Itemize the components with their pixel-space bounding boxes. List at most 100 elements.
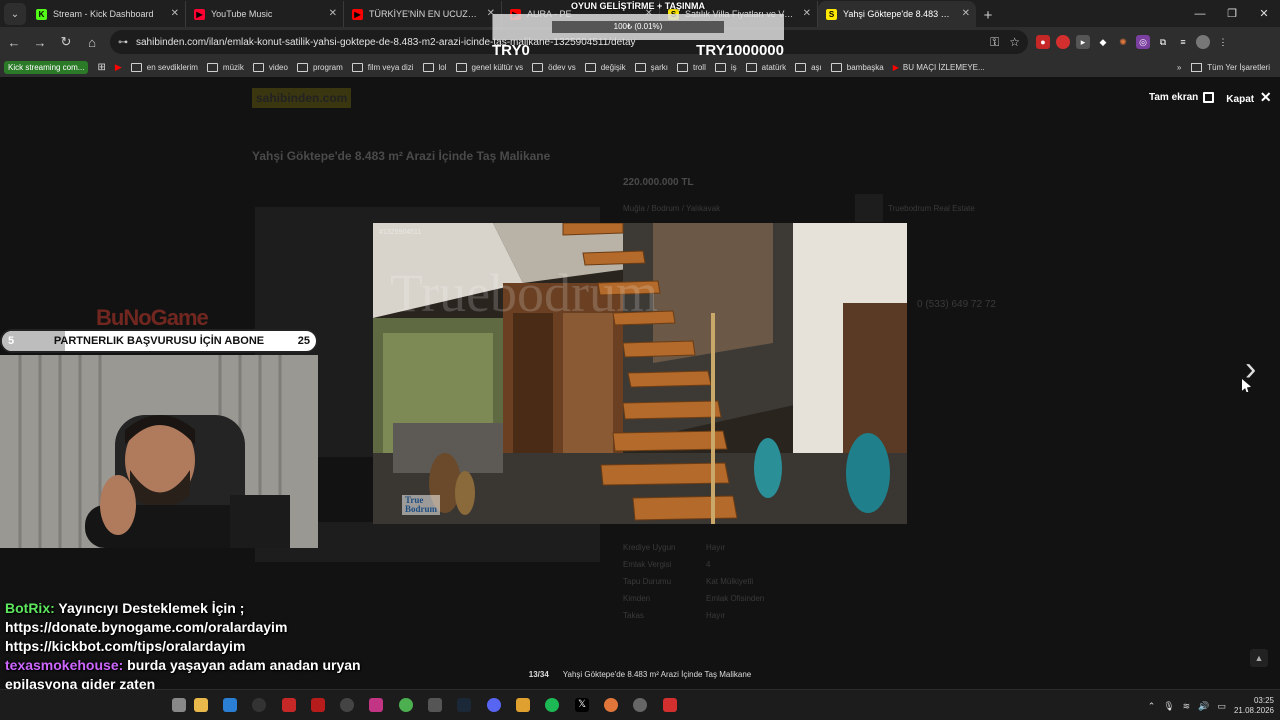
photo-id: #1325904511 bbox=[379, 229, 422, 236]
tab-title: YouTube Music bbox=[211, 9, 273, 19]
app-icon[interactable] bbox=[252, 698, 266, 712]
folder-icon bbox=[455, 62, 467, 72]
bookmark-folder[interactable]: genel kültür vs bbox=[455, 62, 523, 72]
site-info-icon[interactable]: ⊶ bbox=[118, 37, 128, 48]
folder-icon bbox=[714, 62, 726, 72]
bookmarks-bar: Kick streaming com... ⊞ ▶ en sevdiklerim… bbox=[0, 57, 1280, 77]
bookmark-yt-video[interactable]: ▶ BU MAÇI İZLEMEYE... bbox=[893, 63, 985, 72]
all-bookmarks[interactable]: » Tüm Yer İşaretleri bbox=[1177, 62, 1270, 72]
key-icon[interactable]: ⚿ bbox=[990, 35, 999, 50]
file-explorer-icon[interactable] bbox=[194, 698, 208, 712]
volume-icon[interactable]: 🔊 bbox=[1198, 701, 1209, 712]
site-logo[interactable]: sahibinden.com bbox=[252, 88, 352, 108]
extensions-puzzle-icon[interactable]: ⧉ bbox=[1156, 35, 1170, 49]
bookmark-folder[interactable]: iş bbox=[714, 62, 737, 72]
folder-icon bbox=[422, 62, 434, 72]
tab-search-button[interactable]: ⌄ bbox=[4, 3, 26, 25]
bookmark-folder[interactable]: program bbox=[296, 62, 343, 72]
wifi-icon[interactable]: ≋ bbox=[1183, 701, 1191, 712]
instagram-icon[interactable] bbox=[369, 698, 383, 712]
scroll-top-icon[interactable]: ▲ bbox=[1250, 649, 1268, 667]
bookmark-youtube[interactable]: ▶ bbox=[115, 62, 122, 73]
next-photo-button[interactable]: › bbox=[1245, 352, 1269, 388]
sub-goal-target: 25 bbox=[297, 335, 310, 347]
apps-grid-icon[interactable]: ⊞ bbox=[97, 62, 105, 73]
bookmark-folder[interactable]: video bbox=[252, 62, 288, 72]
extension-icon[interactable]: ✺ bbox=[1116, 35, 1130, 49]
tab-close-icon[interactable]: ✕ bbox=[171, 8, 179, 19]
profile-avatar[interactable] bbox=[1196, 35, 1210, 49]
bynogame-logo: BuNoGame bbox=[96, 305, 209, 331]
browser-tab[interactable]: K Stream - Kick Dashboard ✕ bbox=[28, 1, 186, 27]
tab-close-icon[interactable]: ✕ bbox=[803, 8, 811, 19]
browser-tab[interactable]: S Yahşi Göktepe'de 8.483 m² Arazi ✕ bbox=[818, 1, 976, 27]
steam-icon[interactable] bbox=[457, 698, 471, 712]
bookmark-folder[interactable]: atatürk bbox=[745, 62, 787, 72]
folder-icon bbox=[1191, 62, 1203, 72]
netflix-icon[interactable] bbox=[311, 698, 325, 712]
clock-date: 21.08.2026 bbox=[1233, 706, 1274, 715]
bookmark-folder[interactable]: bambaşka bbox=[830, 62, 884, 72]
listing-title: Yahşi Göktepe'de 8.483 m² Arazi İçinde T… bbox=[252, 149, 551, 163]
bookmark-label: troll bbox=[692, 62, 706, 72]
reload-button[interactable]: ↻ bbox=[54, 30, 78, 54]
store-icon[interactable] bbox=[223, 698, 237, 712]
chatgpt-icon[interactable] bbox=[340, 698, 354, 712]
tab-close-icon[interactable]: ✕ bbox=[329, 8, 337, 19]
chat-message: https://kickbot.com/tips/oralardayim bbox=[5, 638, 445, 654]
weather-icon[interactable] bbox=[172, 698, 186, 712]
tab-list-icon[interactable]: ≡ bbox=[1176, 35, 1190, 49]
bookmark-folder[interactable]: troll bbox=[676, 62, 706, 72]
fullscreen-button[interactable]: Tam ekran bbox=[1149, 91, 1215, 103]
app-icon[interactable] bbox=[633, 698, 647, 712]
folder-icon bbox=[351, 62, 363, 72]
maximize-button[interactable]: ❐ bbox=[1216, 0, 1248, 27]
folder-icon bbox=[830, 62, 842, 72]
folder-icon bbox=[795, 62, 807, 72]
close-window-button[interactable]: ✕ bbox=[1248, 0, 1280, 27]
bookmark-folder[interactable]: şarkı bbox=[634, 62, 668, 72]
new-tab-button[interactable]: + bbox=[976, 3, 1000, 27]
spotify-icon[interactable] bbox=[545, 698, 559, 712]
minimize-button[interactable]: — bbox=[1184, 0, 1216, 27]
tray-expand-icon[interactable]: ⌃ bbox=[1148, 701, 1156, 712]
forward-button[interactable]: → bbox=[28, 30, 52, 54]
back-button[interactable]: ← bbox=[2, 30, 26, 54]
extension-icon[interactable] bbox=[1056, 35, 1070, 49]
bookmark-label: atatürk bbox=[761, 62, 787, 72]
extension-icon[interactable]: ◆ bbox=[1096, 35, 1110, 49]
bookmark-folder[interactable]: müzik bbox=[206, 62, 244, 72]
app-icon[interactable] bbox=[282, 698, 296, 712]
browser-tab[interactable]: ▶ YouTube Music ✕ bbox=[186, 1, 344, 27]
bookmark-folder[interactable]: en sevdiklerim bbox=[130, 62, 198, 72]
truebodrum-logo: True Bodrum bbox=[402, 495, 441, 515]
bookmark-kick[interactable]: Kick streaming com... bbox=[0, 60, 89, 74]
bookmark-folder[interactable]: aşı bbox=[795, 62, 822, 72]
extension-icon[interactable]: ◎ bbox=[1136, 35, 1150, 49]
extension-icon[interactable]: ● bbox=[1036, 35, 1050, 49]
bookmark-folder[interactable]: lol bbox=[422, 62, 447, 72]
browser-menu-icon[interactable]: ⋮ bbox=[1216, 35, 1230, 49]
app-icon[interactable] bbox=[604, 698, 618, 712]
listing-location: Muğla / Bodrum / Yalıkavak bbox=[623, 204, 721, 213]
extension-icon[interactable]: ▸ bbox=[1076, 35, 1090, 49]
clock[interactable]: 03:25 21.08.2026 bbox=[1234, 696, 1274, 716]
x-icon[interactable]: 𝕏 bbox=[575, 698, 589, 712]
browser-tab[interactable]: ▶TÜRKİYE'NİN EN UCUZ ÇİĞ KÖF✕ bbox=[344, 1, 502, 27]
bookmark-folder[interactable]: film veya dizi bbox=[351, 62, 414, 72]
bookmark-star-icon[interactable]: ☆ bbox=[1009, 35, 1020, 49]
chat-username: BotRix: bbox=[5, 600, 55, 616]
chrome-icon[interactable] bbox=[399, 698, 413, 712]
bookmark-folder[interactable]: ödev vs bbox=[532, 62, 576, 72]
tab-close-icon[interactable]: ✕ bbox=[962, 8, 970, 19]
app-icon[interactable] bbox=[428, 698, 442, 712]
home-button[interactable]: ⌂ bbox=[80, 30, 104, 54]
battery-icon[interactable]: ▭ bbox=[1217, 701, 1226, 712]
discord-icon[interactable] bbox=[487, 698, 501, 712]
app-icon[interactable] bbox=[516, 698, 530, 712]
microphone-icon[interactable]: 🎙 bbox=[1163, 701, 1174, 712]
bookmark-label: film veya dizi bbox=[367, 62, 414, 72]
app-icon[interactable] bbox=[663, 698, 677, 712]
close-lightbox-button[interactable]: Kapat ✕ bbox=[1226, 89, 1271, 106]
bookmark-folder[interactable]: değişik bbox=[584, 62, 626, 72]
